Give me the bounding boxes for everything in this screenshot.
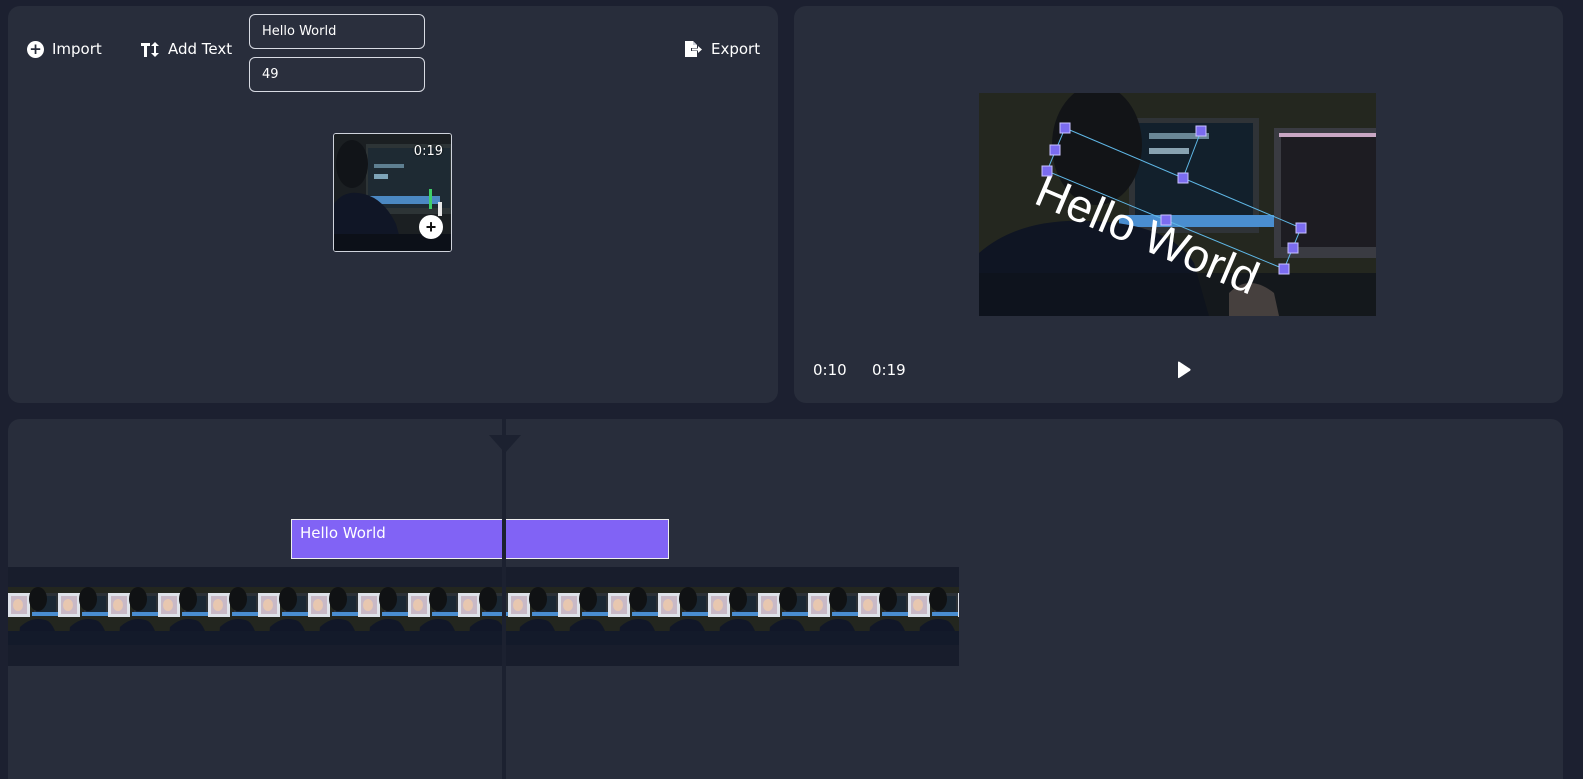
rotate-handle — [1195, 125, 1207, 137]
text-content-input[interactable] — [249, 14, 425, 49]
playhead-line[interactable] — [502, 419, 506, 779]
video-filmstrip — [8, 587, 959, 645]
timeline-text-clip[interactable]: Hello World — [291, 519, 669, 559]
play-icon — [1178, 361, 1191, 379]
filmstrip-frame — [908, 587, 958, 645]
filmstrip-frame — [308, 587, 358, 645]
play-button[interactable] — [1172, 359, 1194, 381]
add-text-label: Add Text — [168, 40, 233, 58]
current-time: 0:10 — [813, 361, 847, 379]
export-file-icon — [685, 41, 702, 57]
font-size-input[interactable] — [249, 57, 425, 92]
text-size-icon — [141, 41, 159, 57]
add-text-button[interactable]: Add Text — [140, 40, 232, 58]
resize-handle-bottom-right — [1278, 263, 1290, 275]
preview-canvas[interactable]: Hello World — [979, 93, 1376, 316]
timeline-panel: Hello World — [8, 419, 1563, 779]
plus-icon: + — [425, 217, 437, 237]
resize-handle-right — [1287, 242, 1299, 254]
filmstrip-frame — [558, 587, 608, 645]
export-label: Export — [711, 40, 761, 58]
filmstrip-frame — [158, 587, 208, 645]
filmstrip-frame — [608, 587, 658, 645]
filmstrip-frame — [508, 587, 558, 645]
resize-handle-top-left — [1059, 122, 1071, 134]
filmstrip-frame — [358, 587, 408, 645]
export-button[interactable]: Export — [684, 40, 760, 58]
resize-handle-bottom-left — [1041, 165, 1053, 177]
resize-handle-top — [1177, 172, 1189, 184]
filmstrip-frame — [758, 587, 808, 645]
filmstrip-frame — [58, 587, 108, 645]
filmstrip-frame — [408, 587, 458, 645]
media-panel: + Import Add Text Export — [8, 6, 778, 403]
filmstrip-frame — [108, 587, 158, 645]
media-duration: 0:19 — [413, 144, 443, 159]
preview-panel: Hello World 0:10 0:19 — [794, 6, 1563, 403]
add-to-timeline-button[interactable]: + — [419, 215, 443, 239]
filmstrip-frame — [208, 587, 258, 645]
filmstrip-frame — [258, 587, 308, 645]
filmstrip-frame — [458, 587, 508, 645]
filmstrip-frame — [958, 587, 959, 645]
filmstrip-frame — [658, 587, 708, 645]
media-item-thumbnail[interactable]: 0:19 + — [333, 133, 452, 252]
total-duration: 0:19 — [872, 361, 906, 379]
import-button[interactable]: + Import — [27, 40, 102, 58]
text-selection-box[interactable] — [979, 93, 1376, 316]
plus-circle-icon: + — [27, 40, 44, 58]
resize-handle-top-right — [1295, 222, 1307, 234]
filmstrip-frame — [8, 587, 58, 645]
filmstrip-frame — [708, 587, 758, 645]
timeline-video-track[interactable] — [8, 567, 959, 666]
import-label: Import — [52, 40, 102, 58]
filmstrip-frame — [808, 587, 858, 645]
resize-handle-bottom — [1160, 214, 1172, 226]
resize-handle-left — [1049, 144, 1061, 156]
filmstrip-frame — [858, 587, 908, 645]
playhead-handle[interactable] — [489, 435, 521, 453]
